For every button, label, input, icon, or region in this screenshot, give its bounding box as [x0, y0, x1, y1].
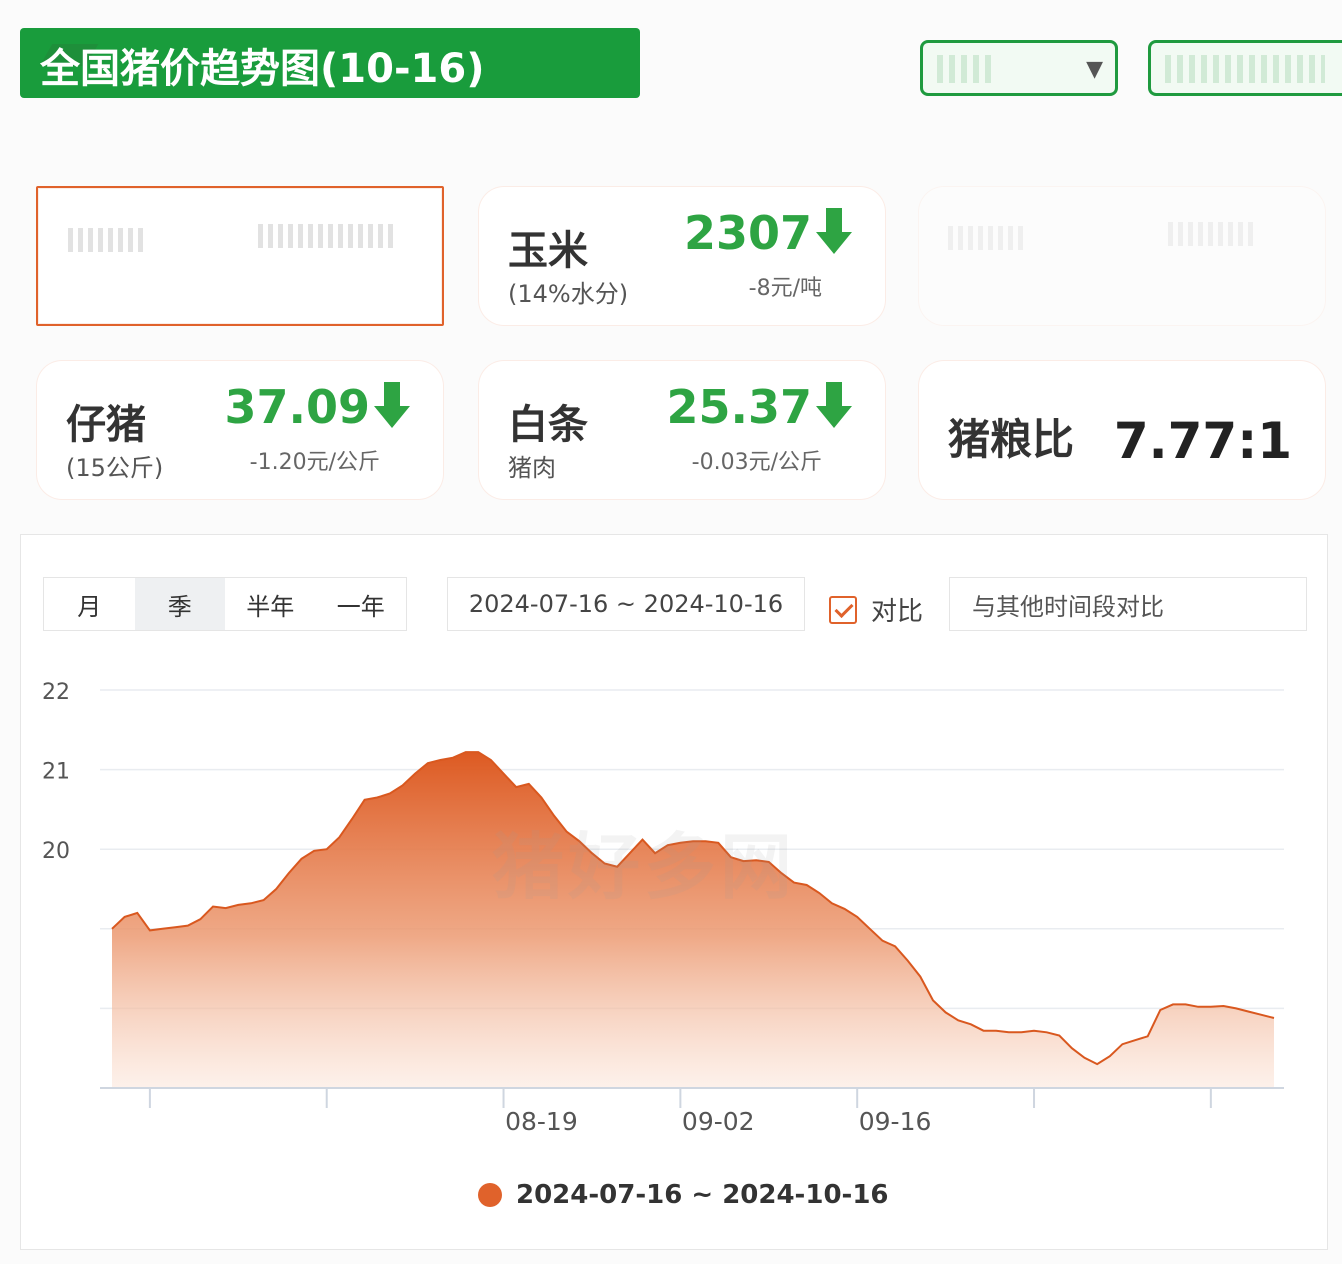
y-tick-label: 22: [42, 680, 70, 705]
price-area-chart: 20 21 22 08-19 09-02 09-16: [42, 680, 1284, 1136]
x-tick-label: 09-16: [859, 1107, 932, 1136]
x-tick-label: 08-19: [505, 1107, 578, 1136]
series-area: [112, 752, 1274, 1088]
x-tick-label: 09-02: [682, 1107, 755, 1136]
y-axis-labels: 20 21 22: [42, 680, 70, 864]
legend-dot: [478, 1183, 502, 1207]
x-axis-ticks: 08-19 09-02 09-16: [148, 1088, 1212, 1136]
chart-legend[interactable]: 2024-07-16 ~ 2024-10-16: [478, 1180, 889, 1210]
y-tick-label: 21: [42, 760, 70, 785]
y-tick-label: 20: [42, 839, 70, 864]
legend-label: 2024-07-16 ~ 2024-10-16: [516, 1180, 889, 1210]
watermark: 猪好多网: [492, 825, 797, 909]
